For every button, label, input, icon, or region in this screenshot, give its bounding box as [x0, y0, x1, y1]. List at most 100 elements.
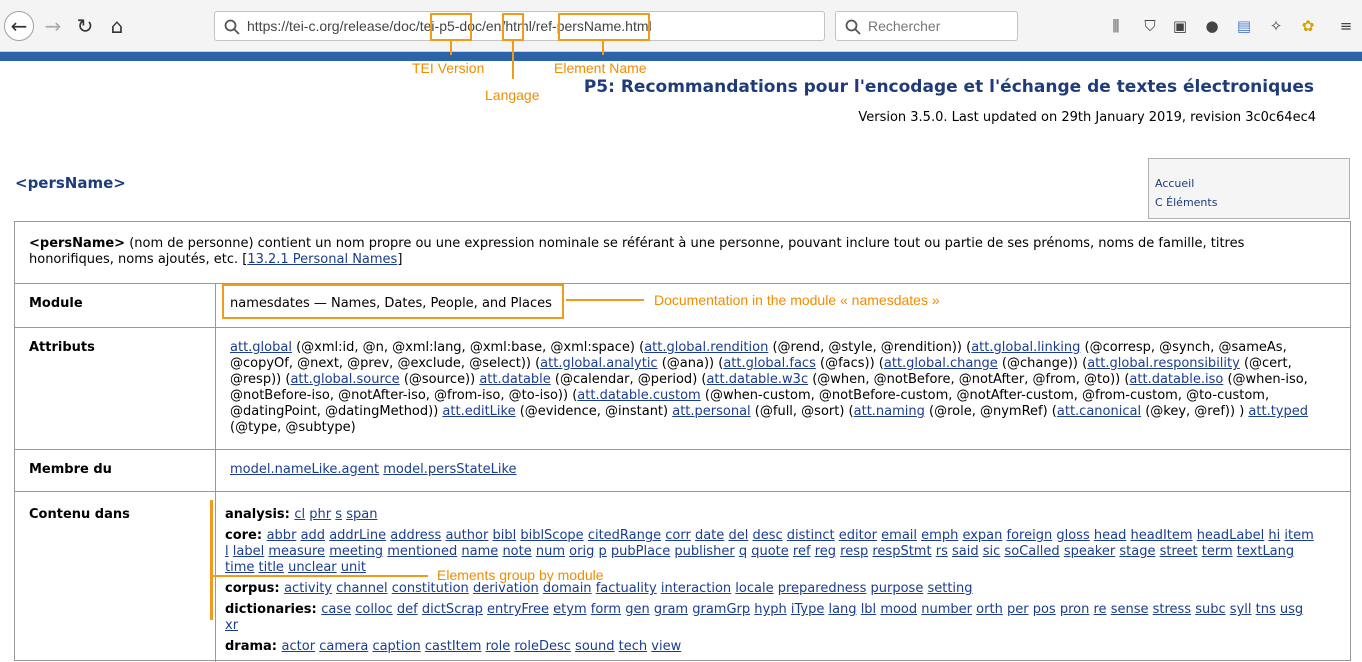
attribute-class-link[interactable]: att.datable.iso	[1129, 372, 1223, 387]
extension-icon[interactable]: ●	[1202, 16, 1222, 36]
element-link[interactable]: respStmt	[872, 544, 931, 559]
attribute-class-link[interactable]: att.global.source	[290, 372, 399, 387]
member-link[interactable]: model.nameLike.agent	[230, 462, 379, 477]
element-link[interactable]: biblScope	[520, 528, 583, 543]
element-link[interactable]: stress	[1153, 602, 1191, 617]
sidebar-icon[interactable]: ▣	[1170, 16, 1190, 36]
element-link[interactable]: p	[598, 544, 606, 559]
badge-icon[interactable]: ✧	[1266, 16, 1286, 36]
element-link[interactable]: preparedness	[778, 581, 867, 596]
element-link[interactable]: date	[695, 528, 724, 543]
element-link[interactable]: number	[921, 602, 972, 617]
element-link[interactable]: note	[502, 544, 531, 559]
element-link[interactable]: activity	[284, 581, 332, 596]
element-link[interactable]: def	[397, 602, 418, 617]
element-link[interactable]: re	[1093, 602, 1106, 617]
library-icon[interactable]: ⫼	[1106, 16, 1126, 36]
element-link[interactable]: email	[881, 528, 917, 543]
attribute-class-link[interactable]: att.datable.custom	[577, 388, 700, 403]
attribute-class-link[interactable]: att.personal	[672, 404, 750, 419]
element-link[interactable]: time	[225, 560, 254, 575]
element-link[interactable]: gen	[625, 602, 650, 617]
menu-icon[interactable]: ≡	[1336, 16, 1356, 36]
element-link[interactable]: gram	[654, 602, 688, 617]
element-link[interactable]: del	[728, 528, 748, 543]
element-link[interactable]: sic	[983, 544, 1001, 559]
element-link[interactable]: roleDesc	[514, 639, 571, 654]
element-link[interactable]: domain	[543, 581, 592, 596]
element-link[interactable]: resp	[840, 544, 868, 559]
element-link[interactable]: lbl	[861, 602, 876, 617]
element-link[interactable]: author	[445, 528, 488, 543]
element-link[interactable]: term	[1202, 544, 1233, 559]
element-link[interactable]: sense	[1111, 602, 1149, 617]
element-link[interactable]: name	[461, 544, 498, 559]
element-link[interactable]: textLang	[1237, 544, 1294, 559]
nav-link-accueil[interactable]: Accueil	[1155, 174, 1343, 193]
element-link[interactable]: form	[591, 602, 621, 617]
element-link[interactable]: interaction	[661, 581, 731, 596]
element-link[interactable]: l	[225, 544, 229, 559]
element-link[interactable]: orth	[976, 602, 1003, 617]
element-link[interactable]: cl	[294, 507, 305, 522]
element-link[interactable]: said	[952, 544, 979, 559]
element-link[interactable]: head	[1094, 528, 1126, 543]
element-link[interactable]: ref	[793, 544, 811, 559]
element-link[interactable]: quote	[751, 544, 789, 559]
reload-button[interactable]: ↻	[70, 11, 100, 41]
element-link[interactable]: speaker	[1064, 544, 1115, 559]
element-link[interactable]: mentioned	[387, 544, 457, 559]
element-link[interactable]: unclear	[288, 560, 337, 575]
element-link[interactable]: caption	[372, 639, 420, 654]
attribute-class-link[interactable]: att.canonical	[1057, 404, 1141, 419]
attribute-class-link[interactable]: att.naming	[854, 404, 925, 419]
element-link[interactable]: distinct	[787, 528, 835, 543]
element-link[interactable]: camera	[319, 639, 368, 654]
element-link[interactable]: entryFree	[487, 602, 549, 617]
element-link[interactable]: headLabel	[1197, 528, 1265, 543]
element-link[interactable]: gramGrp	[692, 602, 750, 617]
attribute-class-link[interactable]: att.typed	[1248, 404, 1308, 419]
addon-icon[interactable]: ✿	[1298, 16, 1318, 36]
element-link[interactable]: pos	[1033, 602, 1056, 617]
personal-names-link[interactable]: 13.2.1 Personal Names	[247, 252, 397, 267]
forward-button[interactable]: →	[38, 11, 68, 41]
element-link[interactable]: addrLine	[329, 528, 386, 543]
attribute-class-link[interactable]: att.global.responsibility	[1087, 356, 1240, 371]
attribute-class-link[interactable]: att.datable.w3c	[706, 372, 808, 387]
element-link[interactable]: tech	[619, 639, 647, 654]
element-link[interactable]: stage	[1119, 544, 1155, 559]
element-link[interactable]: phr	[309, 507, 331, 522]
element-link[interactable]: num	[536, 544, 565, 559]
element-link[interactable]: gloss	[1056, 528, 1089, 543]
element-link[interactable]: locale	[735, 581, 773, 596]
attribute-class-link[interactable]: att.editLike	[442, 404, 515, 419]
element-link[interactable]: address	[390, 528, 441, 543]
element-link[interactable]: corr	[665, 528, 691, 543]
element-link[interactable]: usg	[1280, 602, 1303, 617]
element-link[interactable]: unit	[341, 560, 366, 575]
attribute-class-link[interactable]: att.global	[230, 340, 292, 355]
element-link[interactable]: tns	[1256, 602, 1276, 617]
element-link[interactable]: citedRange	[588, 528, 661, 543]
element-link[interactable]: hyph	[754, 602, 786, 617]
element-link[interactable]: subc	[1195, 602, 1225, 617]
attribute-class-link[interactable]: att.global.facs	[723, 356, 816, 371]
element-link[interactable]: desc	[752, 528, 782, 543]
element-link[interactable]: pubPlace	[611, 544, 670, 559]
element-link[interactable]: label	[233, 544, 264, 559]
attribute-class-link[interactable]: att.global.analytic	[540, 356, 657, 371]
attribute-class-link[interactable]: att.global.linking	[971, 340, 1080, 355]
home-button[interactable]: ⌂	[102, 11, 132, 41]
element-link[interactable]: rs	[936, 544, 948, 559]
element-link[interactable]: item	[1284, 528, 1313, 543]
element-link[interactable]: derivation	[473, 581, 539, 596]
element-link[interactable]: reg	[815, 544, 836, 559]
back-button[interactable]: ←	[4, 11, 34, 41]
element-link[interactable]: expan	[962, 528, 1002, 543]
element-link[interactable]: syll	[1230, 602, 1252, 617]
element-link[interactable]: bibl	[492, 528, 516, 543]
attribute-class-link[interactable]: att.global.rendition	[644, 340, 768, 355]
element-link[interactable]: purpose	[871, 581, 924, 596]
element-link[interactable]: emph	[921, 528, 958, 543]
